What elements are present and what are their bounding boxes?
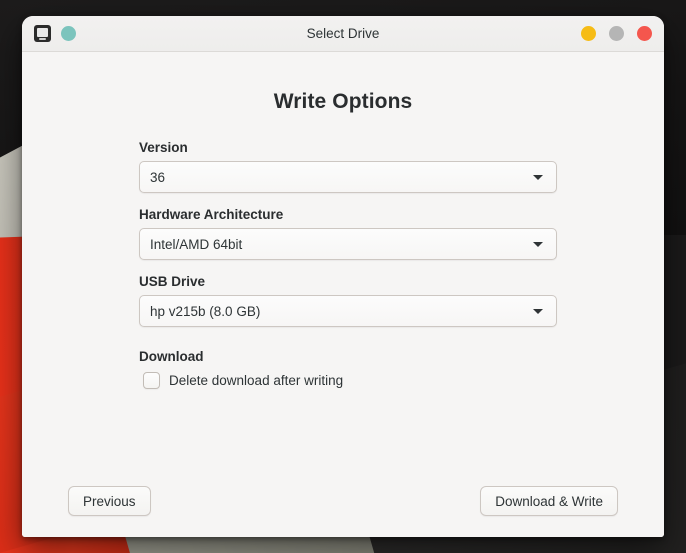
delete-download-checkbox-label: Delete download after writing xyxy=(169,373,344,388)
close-icon[interactable] xyxy=(637,26,652,41)
download-and-write-button[interactable]: Download & Write xyxy=(480,486,618,516)
chevron-down-icon xyxy=(533,308,543,314)
page-title: Write Options xyxy=(273,90,413,113)
dialog-footer: Previous Download & Write xyxy=(22,465,664,537)
titlebar-left-group xyxy=(34,25,76,42)
window-title: Select Drive xyxy=(306,26,380,41)
teal-status-dot-icon xyxy=(61,26,76,41)
version-dropdown[interactable]: 36 xyxy=(139,161,557,193)
maximize-icon[interactable] xyxy=(609,26,624,41)
architecture-field-group: Hardware Architecture Intel/AMD 64bit xyxy=(139,207,664,260)
version-label: Version xyxy=(139,140,188,155)
delete-download-checkbox[interactable] xyxy=(143,372,160,389)
usb-drive-dropdown[interactable]: hp v215b (8.0 GB) xyxy=(139,295,557,327)
application-window: Select Drive Write Options Version 36 Ha… xyxy=(22,16,664,537)
drive-app-icon xyxy=(34,25,51,42)
usb-drive-label: USB Drive xyxy=(139,274,206,289)
download-section: Download Delete download after writing xyxy=(139,349,664,389)
write-options-form: Version 36 Hardware Architecture Intel/A… xyxy=(22,114,664,389)
previous-button[interactable]: Previous xyxy=(68,486,151,516)
delete-download-checkbox-row[interactable]: Delete download after writing xyxy=(143,372,664,389)
usb-drive-field-group: USB Drive hp v215b (8.0 GB) xyxy=(139,274,664,327)
architecture-selected-value: Intel/AMD 64bit xyxy=(150,236,243,252)
minimize-icon[interactable] xyxy=(581,26,596,41)
usb-drive-selected-value: hp v215b (8.0 GB) xyxy=(150,303,261,319)
architecture-label: Hardware Architecture xyxy=(139,207,284,222)
version-field-group: Version 36 xyxy=(139,140,664,193)
download-heading: Download xyxy=(139,349,204,364)
chevron-down-icon xyxy=(533,241,543,247)
chevron-down-icon xyxy=(533,174,543,180)
window-content: Write Options Version 36 Hardware Archit… xyxy=(22,52,664,537)
window-titlebar[interactable]: Select Drive xyxy=(22,16,664,52)
architecture-dropdown[interactable]: Intel/AMD 64bit xyxy=(139,228,557,260)
version-selected-value: 36 xyxy=(150,169,166,185)
window-controls xyxy=(581,26,652,41)
